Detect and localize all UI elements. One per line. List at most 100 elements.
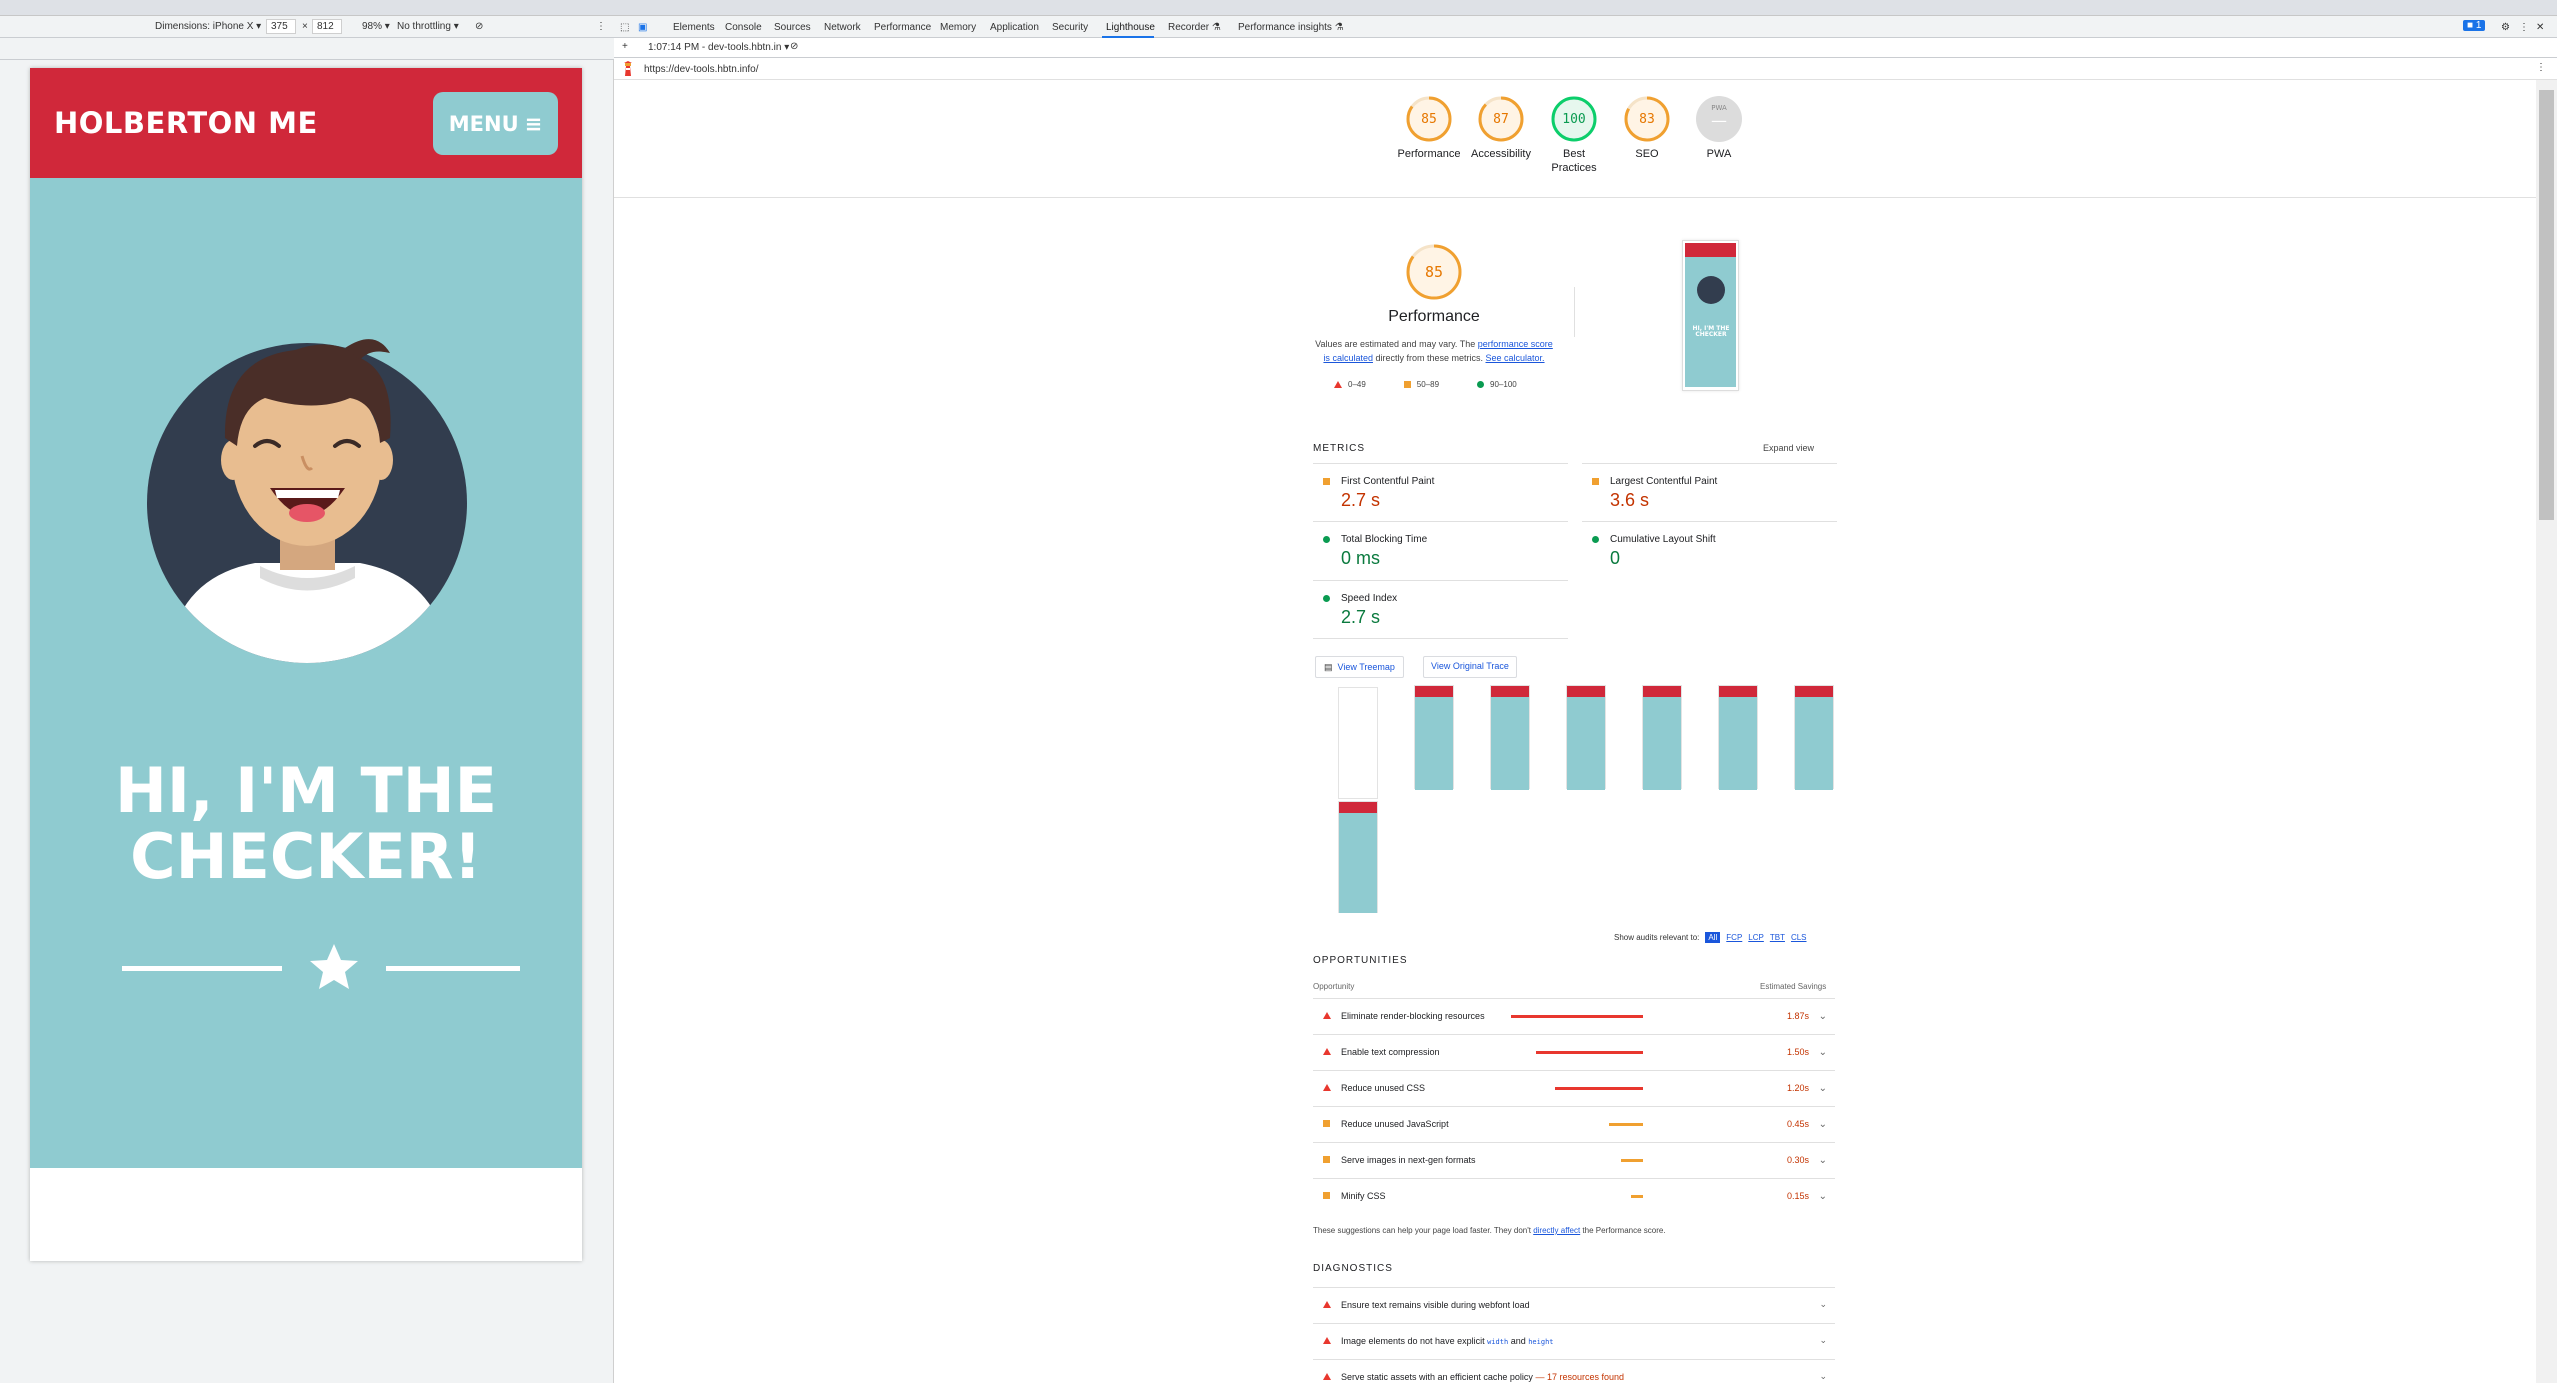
savings-bar	[1631, 1195, 1643, 1198]
tab-performance[interactable]: Performance	[874, 22, 931, 33]
tab-performance-insights[interactable]: Performance insights ⚗	[1238, 22, 1344, 33]
performance-gauge: 85	[1406, 244, 1462, 300]
view-trace-button[interactable]: View Original Trace	[1423, 656, 1517, 678]
width-input[interactable]: 375	[266, 19, 296, 34]
opportunity-row[interactable]: Eliminate render-blocking resources 1.87s…	[1313, 998, 1835, 1034]
height-input[interactable]: 812	[312, 19, 342, 34]
tab-memory[interactable]: Memory	[940, 22, 976, 33]
throttling-select[interactable]: No throttling ▾	[397, 21, 459, 32]
scrollbar-thumb[interactable]	[2539, 90, 2554, 520]
tab-network[interactable]: Network	[824, 22, 861, 33]
diagnostic-text: Image elements do not have explicit widt…	[1341, 1336, 1554, 1346]
opportunity-row[interactable]: Enable text compression 1.50s ⌄	[1313, 1034, 1835, 1070]
average-square-icon	[1323, 1120, 1330, 1127]
summary-divider	[1574, 287, 1575, 337]
tab-lighthouse[interactable]: Lighthouse	[1106, 22, 1155, 33]
chevron-down-icon[interactable]: ⌄	[1819, 1119, 1827, 1130]
avatar-illustration	[147, 339, 467, 663]
metric-name: Largest Contentful Paint	[1610, 476, 1718, 487]
gauge-performance[interactable]: 85 Performance	[1394, 95, 1464, 161]
devtools-tabbar: ⬚ ▣ Elements Console Sources Network Per…	[614, 16, 2557, 38]
report-select[interactable]: 1:07:14 PM - dev-tools.hbtn.in ▾	[648, 42, 789, 53]
site-logo[interactable]: HOLBERTON ME	[54, 106, 318, 140]
view-treemap-button[interactable]: ▤ View Treemap	[1315, 656, 1404, 678]
filter-tbt[interactable]: TBT	[1770, 933, 1785, 942]
chevron-down-icon[interactable]: ⌄	[1819, 1335, 1827, 1346]
tab-console[interactable]: Console	[725, 22, 762, 33]
opportunity-name: Minify CSS	[1341, 1191, 1386, 1201]
filter-fcp[interactable]: FCP	[1726, 933, 1742, 942]
chevron-down-icon[interactable]: ⌄	[1819, 1191, 1827, 1202]
see-calculator-link[interactable]: See calculator.	[1486, 353, 1545, 363]
chevron-down-icon[interactable]: ⌄	[1819, 1155, 1827, 1166]
dimensions-select[interactable]: Dimensions: iPhone X ▾	[155, 21, 261, 32]
metrics-bottom-border	[1313, 638, 1568, 639]
more-options-icon[interactable]: ⋮	[596, 21, 606, 32]
tab-sources[interactable]: Sources	[774, 22, 811, 33]
metric-value: 0	[1610, 548, 1621, 568]
report-menu-icon[interactable]: ⋮	[2536, 62, 2546, 73]
svg-text:87: 87	[1493, 112, 1509, 127]
tab-application[interactable]: Application	[990, 22, 1039, 33]
more-menu-icon[interactable]: ⋮	[2519, 22, 2529, 33]
new-report-icon[interactable]: +	[622, 41, 628, 52]
filmstrip-frame	[1566, 685, 1606, 790]
opportunity-name: Reduce unused JavaScript	[1341, 1119, 1449, 1129]
no-network-icon[interactable]: ⊘	[475, 21, 483, 32]
chevron-down-icon[interactable]: ⌄	[1819, 1371, 1827, 1382]
device-toggle-icon[interactable]: ▣	[638, 22, 647, 33]
opportunity-row[interactable]: Serve images in next-gen formats 0.30s ⌄	[1313, 1142, 1835, 1178]
svg-text:85: 85	[1425, 263, 1443, 281]
pwa-badge-icon: PWA —	[1696, 96, 1742, 142]
report-url[interactable]: https://dev-tools.hbtn.info/	[644, 64, 759, 75]
opportunity-savings: 0.15s	[1786, 1191, 1809, 1201]
diagnostics-title: DIAGNOSTICS	[1313, 1263, 1393, 1274]
directly-affect-link[interactable]: directly affect	[1533, 1226, 1580, 1235]
gauge-seo[interactable]: 83 SEO	[1612, 95, 1682, 161]
opportunity-row[interactable]: Minify CSS 0.15s ⌄	[1313, 1178, 1835, 1214]
filmstrip-frame	[1414, 685, 1454, 790]
device-preview-pane: HOLBERTON ME MENU ≡ HI, I'M THE CHECKER!	[0, 60, 614, 1383]
settings-gear-icon[interactable]: ⚙	[2501, 22, 2510, 33]
final-screenshot[interactable]: HI, I'M THE CHECKER	[1682, 240, 1739, 391]
device-frame: HOLBERTON ME MENU ≡ HI, I'M THE CHECKER!	[30, 68, 582, 1261]
filter-cls[interactable]: CLS	[1791, 933, 1807, 942]
gauge-ring: 100	[1551, 96, 1597, 142]
close-devtools-icon[interactable]: ✕	[2536, 22, 2544, 33]
score-gauges-bar: 85 Performance 87 Accessibility 100 Best…	[614, 80, 2536, 198]
gauge-label: PWA	[1706, 148, 1732, 160]
performance-title: Performance	[1388, 308, 1480, 325]
average-square-icon	[1592, 478, 1599, 485]
chevron-down-icon[interactable]: ⌄	[1819, 1011, 1827, 1022]
chevron-down-icon[interactable]: ⌄	[1819, 1083, 1827, 1094]
opportunity-row[interactable]: Reduce unused CSS 1.20s ⌄	[1313, 1070, 1835, 1106]
savings-bar	[1621, 1159, 1643, 1162]
opportunity-row[interactable]: Reduce unused JavaScript 0.45s ⌄	[1313, 1106, 1835, 1142]
chevron-down-icon[interactable]: ⌄	[1819, 1299, 1827, 1310]
issues-badge[interactable]: ■ 1	[2463, 20, 2486, 31]
tab-elements[interactable]: Elements	[673, 22, 715, 33]
gauge-label: Best Practices	[1551, 148, 1597, 174]
chevron-down-icon[interactable]: ⌄	[1819, 1047, 1827, 1058]
performance-description: Values are estimated and may vary. The p…	[1315, 339, 1553, 363]
filter-all[interactable]: All	[1705, 932, 1721, 943]
zoom-select[interactable]: 98% ▾	[362, 21, 390, 32]
pass-circle-icon	[1323, 536, 1330, 543]
filter-lcp[interactable]: LCP	[1748, 933, 1764, 942]
diagnostic-row[interactable]: Ensure text remains visible during webfo…	[1313, 1287, 1835, 1323]
opportunities-note: These suggestions can help your page loa…	[1313, 1226, 1666, 1235]
hero-line-2: CHECKER!	[130, 820, 482, 893]
average-square-icon	[1323, 1156, 1330, 1163]
gauge-pwa[interactable]: PWA — PWA	[1684, 95, 1754, 161]
diagnostic-row[interactable]: Image elements do not have explicit widt…	[1313, 1323, 1835, 1359]
diagnostic-row[interactable]: Serve static assets with an efficient ca…	[1313, 1359, 1835, 1383]
treemap-icon: ▤	[1324, 661, 1333, 672]
tab-recorder[interactable]: Recorder ⚗	[1168, 22, 1221, 33]
expand-view-toggle[interactable]: Expand view	[1763, 443, 1814, 453]
inspect-icon[interactable]: ⬚	[620, 22, 629, 33]
tab-security[interactable]: Security	[1052, 22, 1088, 33]
menu-button[interactable]: MENU ≡	[433, 92, 558, 155]
gauge-accessibility[interactable]: 87 Accessibility	[1466, 95, 1536, 161]
clear-reports-icon[interactable]: ⊘	[790, 41, 798, 52]
gauge-best-practices[interactable]: 100 Best Practices	[1539, 95, 1609, 175]
